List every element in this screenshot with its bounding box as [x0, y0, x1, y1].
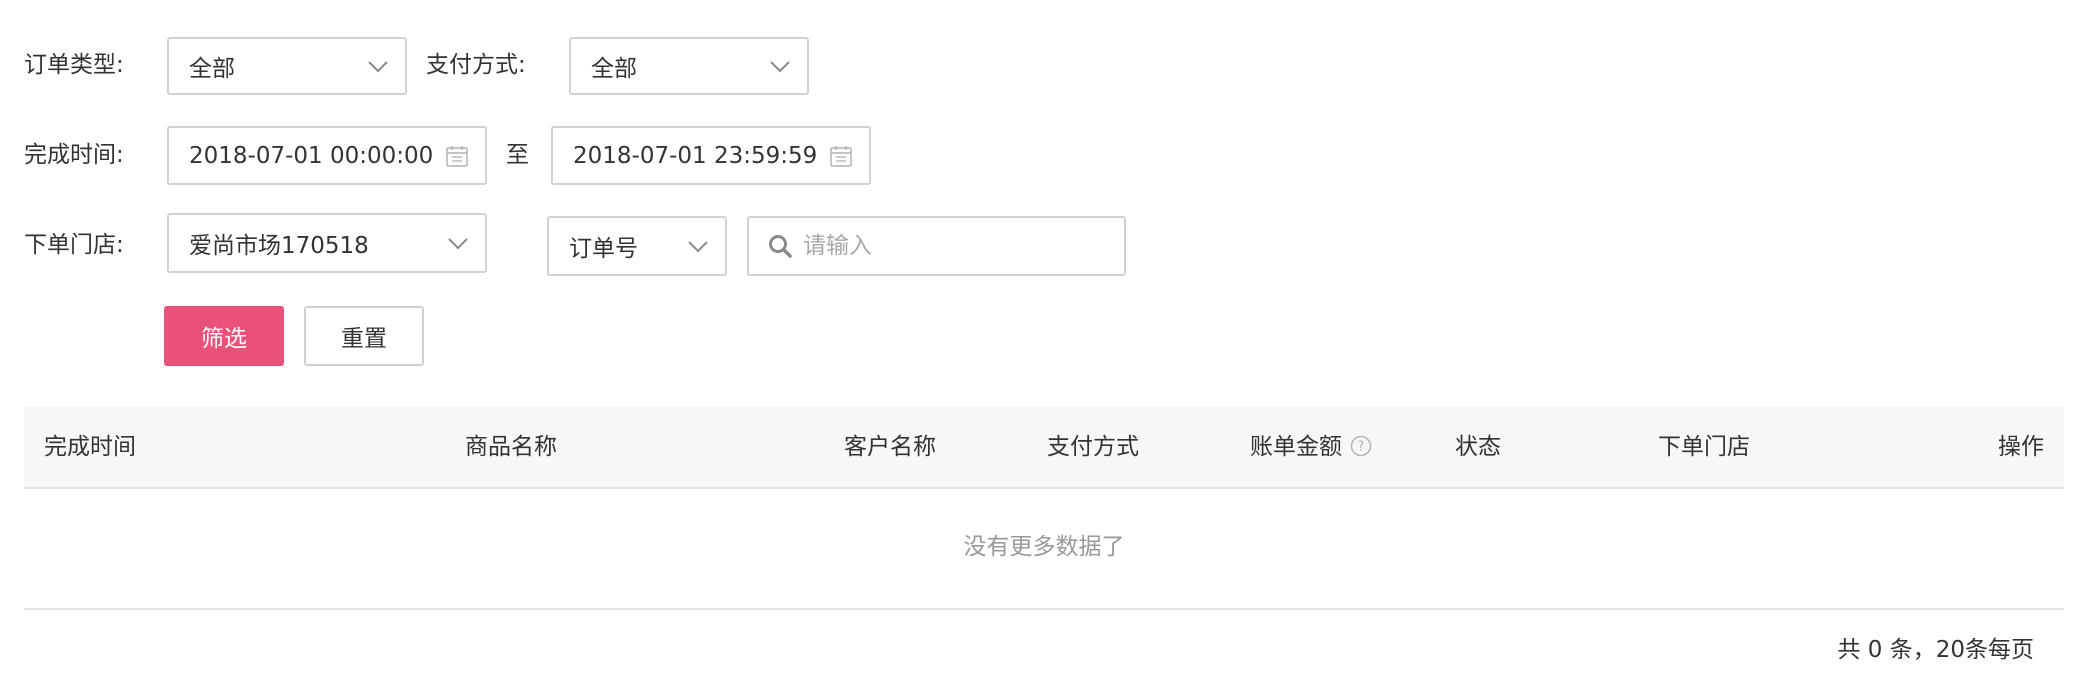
- column-header-actions: 操作: [1998, 434, 2044, 460]
- start-time-value: 2018-07-01 00:00:00: [189, 142, 434, 169]
- filter-button[interactable]: 筛选: [164, 306, 284, 366]
- column-header-pay-method: 支付方式: [1047, 434, 1139, 460]
- calendar-icon: [830, 145, 852, 167]
- order-type-select[interactable]: 全部: [167, 37, 407, 95]
- search-box: [747, 216, 1126, 276]
- svg-text:?: ?: [1358, 439, 1365, 454]
- store-label: 下单门店:: [24, 232, 124, 258]
- help-circle-icon[interactable]: ?: [1350, 435, 1372, 457]
- table-bottom-divider: [24, 608, 2064, 610]
- chevron-down-icon: [368, 61, 388, 73]
- end-time-input[interactable]: 2018-07-01 23:59:59: [551, 126, 871, 185]
- chevron-down-icon: [688, 241, 708, 253]
- order-type-value: 全部: [189, 56, 235, 82]
- search-field-select[interactable]: 订单号: [547, 216, 727, 276]
- calendar-icon: [446, 145, 468, 167]
- chevron-down-icon: [770, 61, 790, 73]
- end-time-value: 2018-07-01 23:59:59: [573, 142, 818, 169]
- column-header-customer-name: 客户名称: [844, 434, 936, 460]
- pay-method-label: 支付方式:: [426, 52, 526, 78]
- table-header: 完成时间 商品名称 客户名称 支付方式 账单金额 ? 状态 下单门店 操作: [24, 407, 2064, 489]
- column-header-store: 下单门店: [1658, 434, 1750, 460]
- finish-time-label: 完成时间:: [24, 142, 124, 168]
- column-header-finish-time: 完成时间: [44, 434, 136, 460]
- range-separator: 至: [506, 142, 529, 168]
- search-icon: [769, 235, 792, 258]
- search-input[interactable]: [803, 218, 1103, 274]
- store-select[interactable]: 爱尚市场170518: [167, 213, 487, 273]
- search-field-value: 订单号: [569, 236, 638, 262]
- column-header-status: 状态: [1455, 434, 1501, 460]
- store-value: 爱尚市场170518: [189, 233, 369, 259]
- order-type-label: 订单类型:: [24, 52, 124, 78]
- pay-method-value: 全部: [591, 56, 637, 82]
- column-header-product-name: 商品名称: [465, 434, 557, 460]
- column-header-bill-amount: 账单金额 ?: [1250, 407, 1372, 487]
- chevron-down-icon: [448, 238, 468, 250]
- column-header-bill-amount-label: 账单金额: [1250, 434, 1342, 460]
- reset-button[interactable]: 重置: [304, 306, 424, 366]
- start-time-input[interactable]: 2018-07-01 00:00:00: [167, 126, 487, 185]
- empty-state-text: 没有更多数据了: [963, 534, 1125, 560]
- pay-method-select[interactable]: 全部: [569, 37, 809, 95]
- pagination-summary: 共 0 条，20条每页: [1837, 637, 2034, 663]
